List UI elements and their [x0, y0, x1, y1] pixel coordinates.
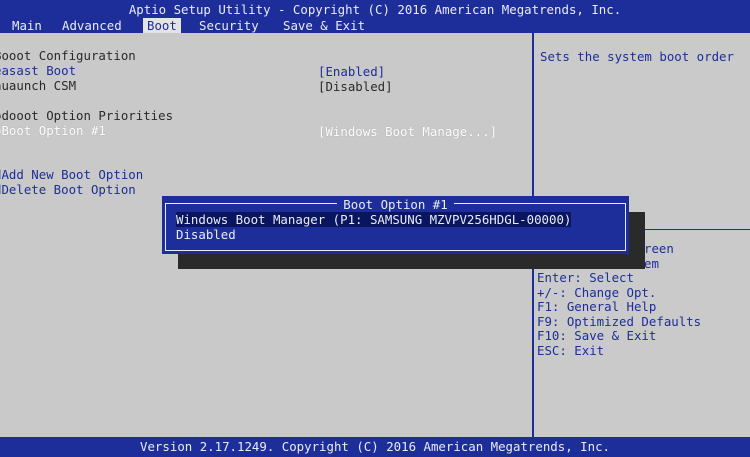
key-help-f9: F9: Optimized Defaults — [537, 314, 702, 329]
title-bar: Aptio Setup Utility - Copyright (C) 2016… — [0, 0, 750, 33]
tab-boot[interactable]: Boot — [143, 18, 181, 33]
boot-option1-label[interactable]: oBoot Option #1 — [0, 123, 106, 138]
popup-option-disabled[interactable]: Disabled — [176, 227, 236, 242]
key-help-partial-1: reen — [644, 241, 674, 256]
launch-csm-value[interactable]: [Disabled] — [318, 79, 393, 94]
fast-boot-label[interactable]: easast Boot — [0, 63, 76, 78]
launch-csm-label[interactable]: auaunch CSM — [0, 78, 76, 93]
key-help-f1: F1: General Help — [537, 299, 657, 314]
delete-boot-option[interactable]: dDelete Boot Option — [0, 182, 136, 197]
key-help-enter: Enter: Select — [537, 270, 634, 285]
help-description: Sets the system boot order — [540, 49, 734, 64]
tab-save-exit[interactable]: Save & Exit — [279, 18, 369, 33]
key-help-partial-2: em — [644, 256, 659, 271]
add-boot-option[interactable]: dAdd New Boot Option — [0, 167, 143, 182]
footer-version: Version 2.17.1249. Copyright (C) 2016 Am… — [0, 437, 750, 457]
tab-security[interactable]: Security — [195, 18, 263, 33]
key-help-esc: ESC: Exit — [537, 343, 605, 358]
boot-option1-value[interactable]: [Windows Boot Manage...] — [318, 124, 497, 139]
popup-title-text: Boot Option #1 — [337, 197, 454, 212]
tab-main[interactable]: Main — [8, 18, 46, 33]
app-title: Aptio Setup Utility - Copyright (C) 2016… — [128, 2, 622, 17]
key-help-f10: F10: Save & Exit — [537, 328, 657, 343]
boot-priorities-heading: odooot Option Priorities — [0, 108, 174, 123]
popup-title: Boot Option #1 — [162, 197, 629, 212]
key-help-change: +/-: Change Opt. — [537, 285, 657, 300]
boot-config-heading: Booot Configuration — [0, 48, 136, 63]
tab-advanced[interactable]: Advanced — [58, 18, 126, 33]
popup-option-windows-boot-manager[interactable]: Windows Boot Manager (P1: SAMSUNG MZVPV2… — [176, 212, 572, 227]
fast-boot-value[interactable]: [Enabled] — [318, 64, 385, 79]
boot-option-popup: Boot Option #1 Windows Boot Manager (P1:… — [162, 196, 629, 254]
